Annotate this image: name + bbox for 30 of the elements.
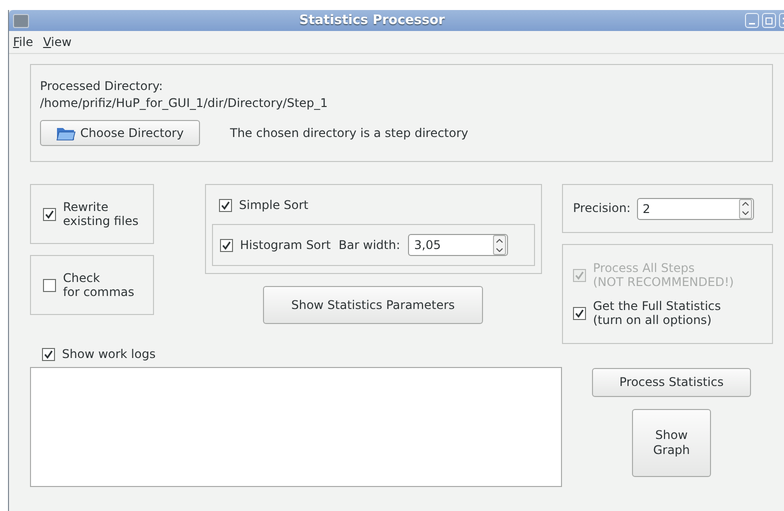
directory-status: The chosen directory is a step directory <box>230 124 468 142</box>
checkbox-label: Rewrite existing files <box>63 200 138 228</box>
window-title: Statistics Processor <box>298 13 446 28</box>
show-graph-button[interactable]: Show Graph <box>632 409 711 477</box>
choose-directory-button[interactable]: Choose Directory <box>40 120 200 146</box>
spin-arrows-icon[interactable] <box>738 198 752 218</box>
spin-arrows-icon[interactable] <box>493 235 506 255</box>
checkbox[interactable] <box>43 278 56 292</box>
checkbox-label: Histogram Sort <box>240 236 331 254</box>
checkbox[interactable] <box>43 208 56 220</box>
bar-width-label: Bar width: <box>338 236 400 254</box>
folder-icon <box>56 125 76 141</box>
checkbox-label: Process All Steps (NOT RECOMMENDED!) <box>593 261 734 289</box>
process-statistics-button[interactable]: Process Statistics <box>592 368 751 397</box>
checkbox-label: Get the Full Statistics (turn on all options) <box>593 299 721 327</box>
menu-item[interactable]: File <box>13 35 34 49</box>
checkbox[interactable] <box>220 238 233 252</box>
directory-path: /home/prifiz/HuP_for_GUI_1/dir/Directory/Step_1 <box>40 95 329 112</box>
checkbox-label: Simple Sort <box>239 197 308 214</box>
checkbox-label: Check for commas <box>63 271 134 299</box>
precision-label: Precision: <box>573 200 631 217</box>
menu-item[interactable]: View <box>43 35 72 49</box>
checkbox[interactable] <box>573 306 586 320</box>
precision-field[interactable]: 2 <box>636 198 754 220</box>
checkbox-label: Show work logs <box>62 346 156 363</box>
bar-width-field[interactable]: 3,05 <box>408 234 508 256</box>
directory-heading: Processed Directory: <box>40 78 164 95</box>
show-statistics-parameters-button[interactable]: Show Statistics Parameters <box>263 286 483 324</box>
checkbox[interactable] <box>42 348 55 361</box>
checkbox[interactable] <box>219 199 232 212</box>
